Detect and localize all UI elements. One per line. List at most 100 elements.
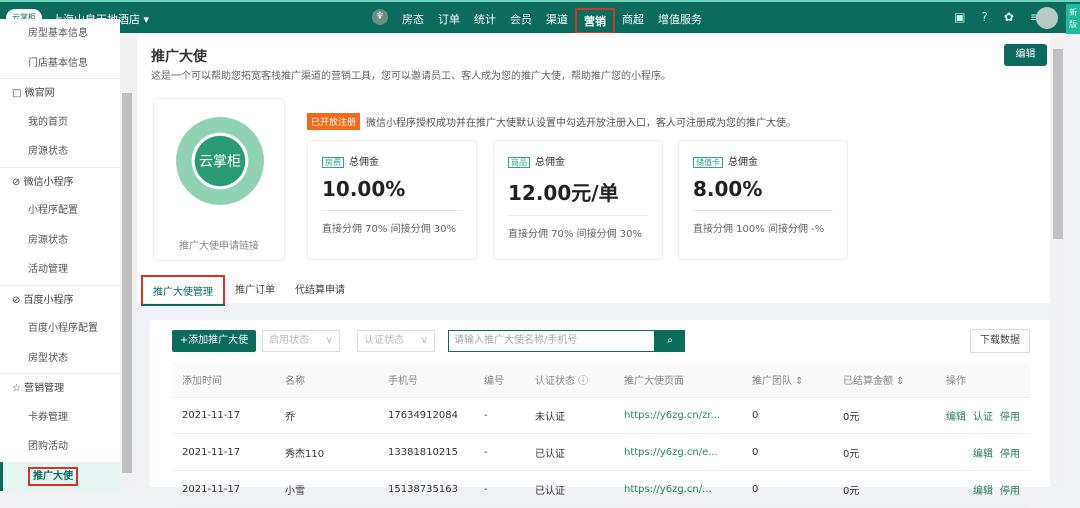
search-button[interactable]: ⌕ (655, 330, 685, 352)
commission-value: 12.00元/单 (508, 177, 648, 216)
tab-0[interactable]: 推广大使管理 (141, 275, 225, 306)
commission-tag: 储值卡 (693, 157, 723, 168)
sidebar-item-label: 营销管理 (24, 383, 65, 394)
action-2[interactable]: 停用 (1000, 412, 1020, 423)
card-header: 储值卡 总佣金 (693, 153, 833, 168)
edit-button[interactable]: 编辑 (1004, 44, 1047, 66)
status-select[interactable]: 启用状态 ∨ (262, 330, 340, 352)
column-header: 名称 (285, 376, 305, 387)
nav-item-2[interactable]: 统计 (467, 8, 503, 34)
table-cell: 15138735163 (388, 484, 458, 495)
add-ambassador-button[interactable]: +添加推广大使 (172, 330, 256, 352)
nav-item-6[interactable]: 商超 (615, 8, 651, 34)
sidebar-item[interactable]: 卡券管理 (0, 403, 120, 433)
table-cell: 0 (752, 484, 759, 495)
column-header: 认证状态 ⓘ (535, 376, 589, 387)
sidebar-item[interactable]: 房源状态 (0, 137, 120, 167)
table-cell: 17634912084 (388, 410, 458, 421)
pin-icon[interactable]: ♆ (372, 9, 388, 25)
table-cell: 乔 (285, 412, 295, 423)
table-cell: 2021-11-17 (182, 410, 241, 421)
register-badge: 已开放注册 (307, 113, 361, 130)
sidebar-item[interactable]: 门店基本信息 (0, 49, 120, 79)
commission-card: 储值卡 总佣金 8.00% 直接分佣 100% 间接分佣 -% (678, 140, 848, 260)
nav-item-1[interactable]: 订单 (431, 8, 467, 34)
commission-tag: 商品 (508, 157, 530, 168)
gear-icon[interactable]: ✿ (1004, 10, 1014, 24)
auth-select-label: 认证状态 (364, 335, 404, 346)
table-cell: 2021-11-17 (182, 484, 241, 495)
action-1[interactable]: 停用 (1000, 486, 1020, 497)
action-0[interactable]: 编辑 (973, 486, 993, 497)
tab-2[interactable]: 代结算申请 (285, 275, 355, 306)
sidebar-item[interactable]: 团购活动 (0, 432, 120, 462)
sidebar-item[interactable]: □ 微官网 (0, 78, 120, 108)
sidebar-item[interactable]: 活动管理 (0, 255, 120, 285)
sidebar-item[interactable]: 房型状态 (0, 344, 120, 374)
action-0[interactable]: 编辑 (973, 449, 993, 460)
sidebar-item-label: 我的首页 (28, 116, 68, 128)
table-row[interactable]: 2021-11-17 小雪 15138735163 - 已认证 https://y6zg.… (172, 472, 1030, 508)
nav-item-5[interactable]: 营销 (575, 8, 615, 34)
nav-item-0[interactable]: 房态 (395, 8, 431, 34)
qr-code[interactable]: 云掌柜 (176, 117, 264, 205)
chevron-down-icon: ∨ (420, 335, 428, 346)
table-cell: - (484, 410, 488, 421)
table-cell: - (484, 484, 488, 495)
avatar[interactable] (1036, 7, 1058, 29)
commission-value: 8.00% (693, 177, 833, 211)
sidebar-item[interactable]: 房型基本信息 (0, 19, 120, 49)
table-row[interactable]: 2021-11-17 秀杰110 13381810215 - 已认证 https://y6… (172, 435, 1030, 471)
top-navbar: 云掌柜 上海山泉天地酒店 ▾ ♆ 房态订单统计会员渠道营销商超增值服务 ▣?✿≡… (0, 0, 1080, 34)
sidebar-item[interactable]: 我的首页 (0, 108, 120, 138)
sidebar-item[interactable]: ⊘ 百度小程序 (0, 284, 120, 315)
table-cell: 0元 (843, 412, 860, 423)
table-cell[interactable]: https://y6zg.cn/zr... (624, 410, 720, 421)
help-icon[interactable]: ? (982, 10, 988, 24)
message-icon[interactable]: ▣ (954, 10, 965, 24)
nav-item-4[interactable]: 渠道 (539, 8, 575, 34)
sidebar-item-label: 百度小程序配置 (28, 323, 98, 334)
sidebar-item-label: 房源状态 (28, 146, 68, 157)
sidebar: 房型基本信息 门店基本信息 □ 微官网 我的首页 房源状态 ⊘ 微信小程序 小程序配置 房源状… (0, 19, 120, 491)
sidebar-item[interactable]: 房源状态 (0, 226, 120, 256)
sidebar-item-label: 团购活动 (28, 441, 68, 452)
nav-item-7[interactable]: 增值服务 (651, 8, 709, 34)
main-scrollbar[interactable] (1050, 33, 1066, 487)
search-input[interactable]: 请输入推广大使名称/手机号 (448, 330, 655, 352)
table-row[interactable]: 2021-11-17 乔 17634912084 - 未认证 https://y6zg.c… (172, 398, 1030, 434)
action-1[interactable]: 认证 (973, 412, 993, 423)
sidebar-item[interactable]: ☆ 营销管理 (0, 373, 120, 403)
nav-item-3[interactable]: 会员 (503, 8, 539, 34)
table-cell[interactable]: https://y6zg.cn/e... (624, 447, 718, 458)
qr-label: 推广大使申请链接 (179, 241, 259, 252)
new-version-badge[interactable]: 新版 (1066, 4, 1080, 34)
table-cell: 0元 (843, 449, 860, 460)
sidebar-item-label: 百度小程序 (23, 294, 74, 306)
toolbar-icons: ▣? ✿ ≡ (954, 10, 1040, 24)
commission-card: 房费 总佣金 10.00% 直接分佣 70% 间接分佣 30% (307, 140, 477, 260)
table-cell[interactable]: https://y6zg.cn/... (624, 484, 712, 495)
tabs: 推广大使管理 推广订单 代结算申请 (141, 275, 355, 306)
tab-1[interactable]: 推广订单 (225, 275, 285, 306)
auth-select[interactable]: 认证状态 ∨ (357, 330, 435, 352)
sidebar-item[interactable]: 百度小程序配置 (0, 314, 120, 344)
sidebar-section-icon: ☆ (12, 383, 25, 394)
commission-label: 总佣金 (728, 157, 758, 168)
sidebar-item[interactable]: ⊘ 微信小程序 (0, 166, 120, 197)
table-cell: 秀杰110 (285, 449, 325, 460)
action-0[interactable]: 编辑 (946, 412, 966, 423)
sidebar-item-label: 房型状态 (28, 352, 68, 364)
sidebar-item[interactable]: 小程序配置 (0, 196, 120, 226)
table-cell: 2021-11-17 (182, 447, 241, 458)
table-cell: 0 (752, 447, 759, 458)
sidebar-item-label: 门店基本信息 (28, 57, 88, 69)
chevron-down-icon: ∨ (325, 335, 333, 346)
sidebar-item-label: 卡券管理 (28, 411, 68, 423)
sidebar-scrollbar[interactable] (120, 33, 134, 487)
row-actions: 编辑 停用 (966, 445, 1020, 460)
commission-label: 总佣金 (349, 157, 379, 168)
download-button[interactable]: 下载数据 (970, 329, 1030, 353)
action-1[interactable]: 停用 (1000, 449, 1020, 460)
sidebar-item-label: 推广大使 (28, 466, 78, 486)
